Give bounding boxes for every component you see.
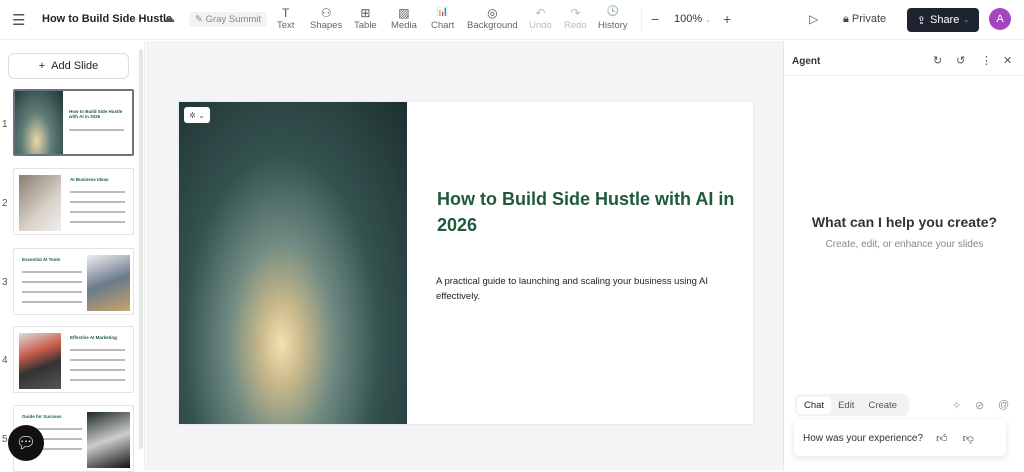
add-slide-label: Add Slide: [51, 60, 99, 72]
thumbnail-image: [19, 175, 61, 231]
slide-thumbnail-4[interactable]: Effective AI Marketing: [13, 326, 134, 393]
private-button[interactable]: 🔒︎ Private: [843, 13, 886, 26]
cloud-sync-icon: ☁: [163, 11, 175, 25]
slide-number: 2: [2, 198, 8, 209]
refresh-icon[interactable]: ↻: [933, 54, 942, 67]
lock-icon: 🔒︎: [843, 13, 849, 25]
agent-subheading: Create, edit, or enhance your slides: [825, 239, 984, 250]
chevron-down-icon: ⌄: [963, 17, 970, 24]
slide-thumbnail-2[interactable]: AI Business Ideas: [13, 168, 134, 235]
background-tool[interactable]: ◎ Background: [467, 6, 518, 31]
thumbnail-title: How to Build Side Hustle with AI in 2026: [69, 109, 123, 119]
thumbnail-image: [87, 412, 130, 468]
no-image-icon[interactable]: ⊘: [975, 399, 984, 412]
tool-label: Media: [391, 20, 417, 31]
tool-label: Redo: [564, 20, 587, 31]
slide-subtitle[interactable]: A practical guide to launching and scali…: [436, 274, 726, 304]
thumbnail-title: Guide for Success: [22, 414, 62, 419]
tool-label: Table: [354, 20, 377, 31]
thumbnail-title: Effective AI Marketing: [70, 335, 117, 340]
slide-title[interactable]: How to Build Side Hustle with AI in 2026: [437, 186, 737, 238]
history-icon: 🕓: [606, 6, 619, 17]
thumbs-up-icon[interactable]: 👍︎: [936, 432, 948, 445]
slide-thumbnail-3[interactable]: Essential AI Tools: [13, 248, 134, 315]
toolbar: ☰ How to Build Side Hustle ☁ ✎ Gray Summ…: [0, 0, 1024, 40]
table-icon: ⊞: [360, 6, 371, 20]
share-label: Share: [929, 14, 960, 26]
redo-icon: ↷: [570, 6, 581, 20]
chevron-down-icon: ⌄: [705, 17, 712, 24]
zoom-value: 100%: [674, 13, 703, 25]
thumbnail-image: [19, 333, 61, 389]
presentation-title[interactable]: How to Build Side Hustle: [42, 13, 172, 25]
private-label: Private: [851, 13, 887, 25]
theme-badge[interactable]: ✎ Gray Summit: [189, 12, 268, 27]
thumbnail-text: [69, 129, 124, 131]
play-button[interactable]: ▷: [809, 12, 818, 26]
menu-icon[interactable]: ☰: [12, 11, 25, 29]
slide-number: 4: [2, 355, 8, 366]
close-icon[interactable]: ✕: [1003, 54, 1012, 67]
tab-edit[interactable]: Edit: [831, 397, 861, 414]
slide-thumbnail-1[interactable]: How to Build Side Hustle with AI in 2026: [13, 89, 134, 156]
chart-icon: 📊: [437, 6, 449, 16]
agent-title: Agent: [792, 56, 821, 67]
history-button[interactable]: 🕓 History: [598, 6, 628, 31]
mention-icon[interactable]: @: [998, 399, 1009, 411]
tool-label: Chart: [431, 20, 455, 31]
shapes-icon: ⚇: [320, 6, 332, 20]
chart-tool[interactable]: 📊 Chart: [431, 6, 454, 31]
tab-create[interactable]: Create: [861, 397, 904, 414]
zoom-level[interactable]: 100% ⌄: [674, 13, 711, 25]
shapes-tool[interactable]: ⚇ Shapes: [310, 6, 342, 31]
tool-label: Text: [277, 20, 295, 31]
tool-label: Undo: [529, 20, 552, 31]
theme-name: Gray Summit: [205, 14, 262, 25]
slide-image[interactable]: [179, 102, 407, 424]
more-icon[interactable]: ⋮: [981, 54, 992, 67]
undo-button[interactable]: ↶ Undo: [529, 6, 552, 31]
add-slide-button[interactable]: + Add Slide: [8, 53, 129, 79]
media-icon: ▨: [398, 6, 410, 20]
agent-mode-tabs: Chat Edit Create: [795, 394, 909, 416]
slide-number: 5: [2, 434, 8, 445]
slide-canvas: ✲ ⌄ How to Build Side Hustle with AI in …: [146, 41, 783, 470]
text-tool[interactable]: T Text: [277, 6, 294, 31]
slide-1[interactable]: ✲ ⌄ How to Build Side Hustle with AI in …: [179, 102, 753, 424]
undo-icon: ↶: [535, 6, 546, 20]
chat-support-button[interactable]: 💬︎: [8, 425, 44, 461]
slide-number: 3: [2, 277, 8, 288]
upload-icon: ⇪: [916, 14, 926, 27]
thumbnail-image: [15, 91, 63, 154]
redo-button[interactable]: ↷ Redo: [564, 6, 587, 31]
scrollbar[interactable]: [139, 49, 143, 449]
zoom-out-button[interactable]: −: [651, 11, 659, 27]
thumbnail-title: AI Business Ideas: [70, 177, 109, 182]
tab-chat[interactable]: Chat: [797, 396, 832, 414]
text-icon: T: [282, 6, 290, 20]
divider: [641, 8, 642, 32]
thumbnail-title: Essential AI Tools: [22, 257, 61, 262]
agent-panel: Agent ↻ ↺ ⋮ ✕ What can I help you create…: [783, 41, 1024, 470]
media-tool[interactable]: ▨ Media: [391, 6, 417, 31]
sparkle-icon[interactable]: ✧: [952, 399, 961, 412]
thumbs-down-icon[interactable]: 👎︎: [963, 432, 974, 445]
zoom-in-button[interactable]: +: [723, 11, 731, 27]
slides-panel: + Add Slide 1 How to Build Side Hustle wi…: [0, 41, 145, 472]
feedback-question: How was your experience?: [803, 432, 924, 444]
palette-icon: ◎: [487, 6, 498, 20]
slide-number: 1: [2, 119, 8, 130]
tool-label: Shapes: [310, 20, 343, 31]
avatar[interactable]: A: [989, 8, 1011, 30]
table-tool[interactable]: ⊞ Table: [354, 6, 377, 31]
tool-label: Background: [467, 20, 518, 31]
tool-label: History: [598, 20, 628, 31]
plus-icon: +: [38, 60, 46, 72]
ai-image-button[interactable]: ✲ ⌄: [184, 107, 210, 123]
thumbnail-image: [87, 255, 130, 311]
share-button[interactable]: ⇪ Share ⌄: [907, 8, 979, 32]
feedback-popup: How was your experience? 👍︎ 👎︎: [794, 420, 1006, 456]
agent-heading: What can I help you create?: [811, 214, 998, 230]
history-icon[interactable]: ↺: [956, 54, 965, 67]
